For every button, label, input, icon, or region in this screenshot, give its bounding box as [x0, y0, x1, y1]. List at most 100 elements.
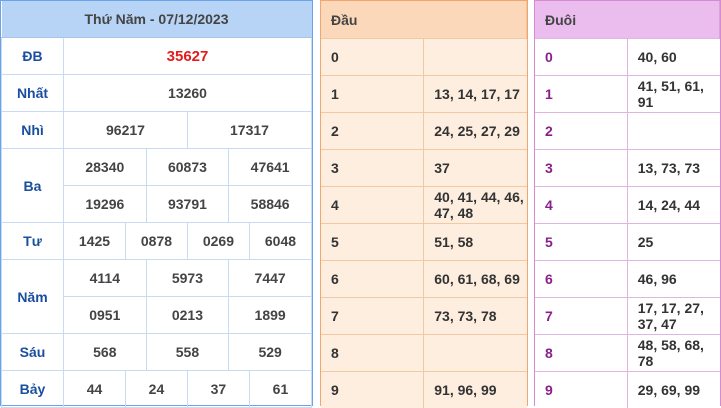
duoi-row-0: 0 40, 60: [535, 38, 720, 76]
dau-row-1: 1 13, 14, 17, 17: [321, 75, 527, 113]
prize-value: 0878: [124, 222, 188, 260]
duoi-row-9: 9 29, 69, 99: [535, 371, 720, 408]
prize-value: 529: [228, 333, 312, 371]
dau-values: 60, 61, 68, 69: [423, 260, 527, 298]
duoi-values: 17, 17, 27, 37, 47: [627, 297, 720, 335]
prize-label: Nhì: [1, 111, 64, 149]
duoi-values: 14, 24, 44: [627, 186, 720, 224]
prize-value: 0951: [63, 296, 147, 334]
duoi-table: Đuôi 0 40, 60 1 41, 51, 61, 91 2 3 13, 73, 73 4…: [535, 1, 720, 408]
prize-value: 13260: [63, 74, 312, 112]
dau-values: [423, 38, 527, 76]
dau-row-7: 7 73, 73, 78: [321, 297, 527, 335]
prize-value: 17317: [186, 111, 313, 149]
duoi-row-3: 3 13, 73, 73: [535, 149, 720, 187]
prize-value: 93791: [145, 185, 230, 223]
duoi-digit: 9: [535, 371, 628, 408]
dau-digit: 9: [321, 371, 425, 408]
prize-row-nhat: Nhất 13260: [1, 74, 312, 112]
prize-value: 0269: [186, 222, 250, 260]
dau-row-2: 2 24, 25, 27, 29: [321, 112, 527, 150]
dau-digit: 6: [321, 260, 425, 298]
dau-values: 73, 73, 78: [423, 297, 527, 335]
prize-label: Sáu: [1, 333, 64, 371]
dau-digit: 4: [321, 186, 425, 224]
dau-values: 13, 14, 17, 17: [423, 75, 527, 113]
duoi-values: 41, 51, 61, 91: [627, 75, 720, 113]
prize-label: Nhất: [1, 74, 64, 112]
duoi-row-6: 6 46, 96: [535, 260, 720, 298]
prize-value: 58846: [228, 185, 312, 223]
duoi-values: 29, 69, 99: [627, 371, 720, 408]
prize-value: 5973: [145, 259, 230, 297]
dau-values: 37: [423, 149, 527, 187]
prize-value: 47641: [228, 148, 312, 186]
prize-value: 28340: [63, 148, 147, 186]
dau-digit: 1: [321, 75, 425, 113]
dau-values: 40, 41, 44, 46, 47, 48: [423, 186, 527, 224]
prize-value: 96217: [63, 111, 188, 149]
prize-value: 558: [145, 333, 230, 371]
prize-value: 6048: [248, 222, 313, 260]
dau-digit: 2: [321, 112, 425, 150]
prize-value: 4114: [63, 259, 147, 297]
dau-row-4: 4 40, 41, 44, 46, 47, 48: [321, 186, 527, 224]
draw-date-title: Thứ Năm - 07/12/2023: [1, 1, 312, 38]
dau-values: [423, 334, 527, 372]
duoi-table-panel: Đuôi 0 40, 60 1 41, 51, 61, 91 2 3 13, 73, 73 4…: [534, 0, 721, 408]
duoi-digit: 8: [535, 334, 628, 372]
duoi-digit: 7: [535, 297, 628, 335]
prize-value: 7447: [228, 259, 312, 297]
dau-values: 24, 25, 27, 29: [423, 112, 527, 150]
duoi-values: 48, 58, 68, 78: [627, 334, 720, 372]
prize-row-nhi: Nhì 96217 17317: [1, 111, 313, 149]
prize-row-bay: Bảy 44 24 37 61: [1, 370, 313, 408]
duoi-row-8: 8 48, 58, 68, 78: [535, 334, 720, 372]
duoi-row-2: 2: [535, 112, 720, 150]
prize-value: 0213: [145, 296, 230, 334]
dau-row-8: 8: [321, 334, 527, 372]
dau-digit: 0: [321, 38, 425, 76]
prize-value: 60873: [145, 148, 230, 186]
duoi-row-5: 5 25: [535, 223, 720, 261]
duoi-row-7: 7 17, 17, 27, 37, 47: [535, 297, 720, 335]
duoi-row-1: 1 41, 51, 61, 91: [535, 75, 720, 113]
prize-label: Năm: [1, 259, 64, 334]
dau-digit: 8: [321, 334, 425, 372]
prize-label: ĐB: [1, 37, 64, 75]
prize-row-ba: Ba 28340 60873 47641: [1, 148, 312, 223]
duoi-values: 46, 96: [627, 260, 720, 298]
duoi-digit: 6: [535, 260, 628, 298]
duoi-digit: 4: [535, 186, 628, 224]
dau-row-3: 3 37: [321, 149, 527, 187]
dau-digit: 3: [321, 149, 425, 187]
duoi-header-row: Đuôi: [535, 1, 720, 39]
dau-table-panel: Đầu 0 1 13, 14, 17, 17 2 24, 25, 27, 29 3 37 4 4…: [320, 0, 528, 408]
results-table-panel: Thứ Năm - 07/12/2023 ĐB 35627 Nhất 13260…: [0, 0, 313, 408]
duoi-values: 25: [627, 223, 720, 261]
dau-header: Đầu: [321, 1, 527, 39]
duoi-values: 13, 73, 73: [627, 149, 720, 187]
dau-digit: 5: [321, 223, 425, 261]
special-prize-value: 35627: [63, 37, 312, 75]
dau-row-9: 9 91, 96, 99: [321, 371, 527, 408]
duoi-values: 40, 60: [627, 38, 720, 76]
duoi-row-4: 4 14, 24, 44: [535, 186, 720, 224]
results-table: Thứ Năm - 07/12/2023 ĐB 35627 Nhất 13260…: [1, 1, 313, 408]
dau-header-row: Đầu: [321, 1, 527, 39]
prize-value: 1899: [228, 296, 312, 334]
prize-label: Ba: [1, 148, 64, 223]
dau-digit: 7: [321, 297, 425, 335]
duoi-digit: 2: [535, 112, 628, 150]
dau-row-5: 5 51, 58: [321, 223, 527, 261]
dau-values: 91, 96, 99: [423, 371, 527, 408]
dau-row-6: 6 60, 61, 68, 69: [321, 260, 527, 298]
prize-value: 1425: [63, 222, 126, 260]
prize-value: 61: [248, 370, 313, 408]
dau-values: 51, 58: [423, 223, 527, 261]
prize-value: 44: [63, 370, 126, 408]
duoi-digit: 0: [535, 38, 628, 76]
prize-row-db: ĐB 35627: [1, 37, 312, 75]
prize-label: Tư: [1, 222, 64, 260]
prize-value: 19296: [63, 185, 147, 223]
